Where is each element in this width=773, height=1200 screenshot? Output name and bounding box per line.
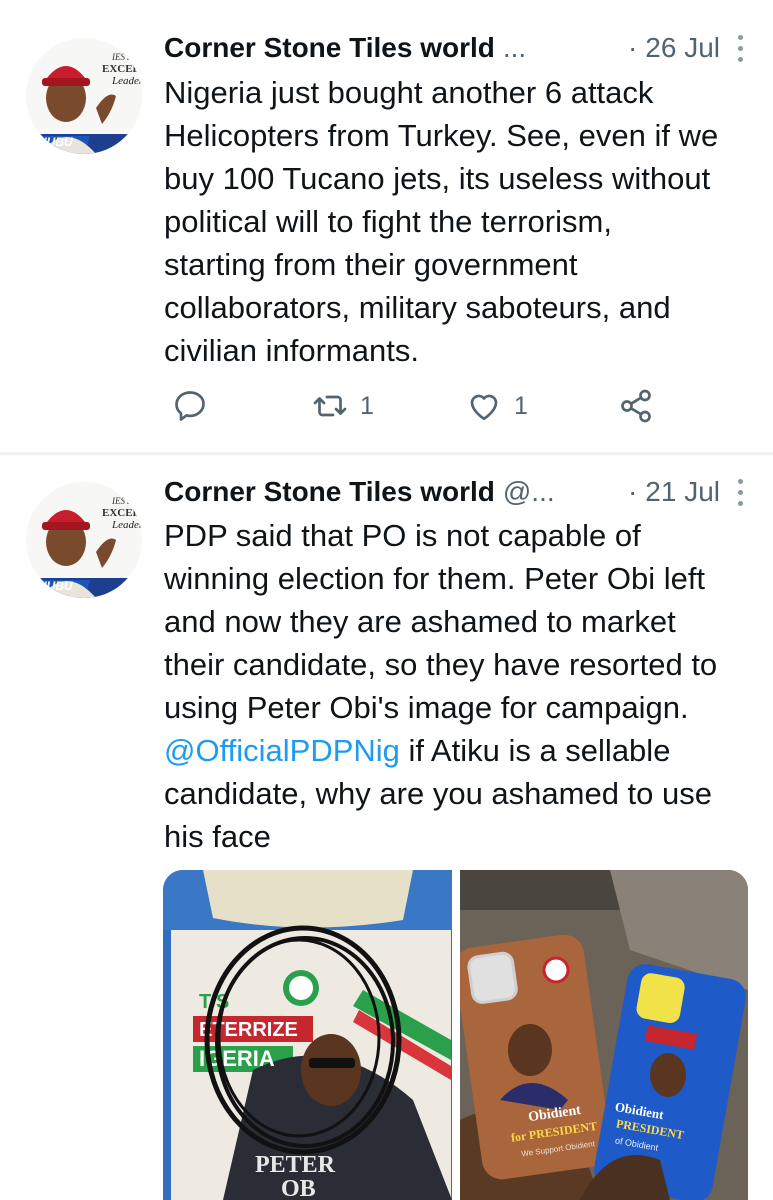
tweet-text: Nigeria just bought another 6 attack Hel… — [164, 71, 749, 372]
avatar-text-small: IES'S — [111, 52, 132, 62]
heart-icon — [470, 394, 498, 421]
tweet-image-right[interactable]: Obidient for PRESIDENT We Support Obidie… — [460, 870, 748, 1200]
tweet-date[interactable]: 21 Jul — [645, 476, 720, 508]
avatar-text-leader: Leader — [111, 75, 142, 87]
tweet-text-line: his face — [164, 819, 271, 854]
author-name[interactable]: Corner Stone Tiles world — [164, 476, 495, 508]
tweet-text-line: their candidate, so they have resorted t… — [164, 647, 718, 682]
avatar-text-leader: Leader — [111, 519, 142, 531]
tweet-text-line: starting from their government — [164, 247, 578, 282]
image-text: PETER — [255, 1152, 336, 1178]
tweet-date[interactable]: 26 Jul — [645, 32, 720, 64]
image-text: ETERRIZE — [199, 1019, 298, 1041]
author-handle[interactable]: @... — [503, 476, 555, 508]
more-options-icon[interactable] — [738, 476, 743, 509]
like-count: 1 — [514, 391, 528, 420]
tweet-header: Corner Stone Tiles world ... · 26 Jul — [164, 28, 743, 68]
tweet-text-line: Helicopters from Turkey. See, even if we — [164, 118, 719, 153]
avatar-text-excel: EXCEL — [102, 63, 140, 75]
share-icon — [621, 389, 651, 423]
avatar[interactable]: IES'S EXCEL Leader NUBU — [26, 38, 142, 154]
retweet-count: 1 — [360, 391, 374, 420]
mention-link[interactable]: @OfficialPDPNig — [164, 733, 400, 768]
author-name[interactable]: Corner Stone Tiles world — [164, 32, 495, 64]
tweet-text-line: candidate, why are you ashamed to use — [164, 776, 713, 811]
avatar-text-small: IES'S — [111, 496, 132, 506]
retweet-icon — [313, 395, 347, 417]
share-button[interactable] — [618, 388, 654, 424]
more-options-icon[interactable] — [738, 32, 743, 65]
tweet-text-line: political will to fight the terrorism, — [164, 204, 612, 239]
tweet-1[interactable]: IES'S EXCEL Leader NUBU Corner Stone Til… — [0, 0, 773, 452]
tweet-text-fragment: if Atiku is a sellable — [399, 733, 671, 768]
image-text: OB — [281, 1176, 316, 1200]
tweet-image-left[interactable]: T'S ETERRIZE IGERIA PETER OB — [163, 870, 452, 1200]
tweet-divider — [0, 452, 773, 455]
tweet-text-line: Nigeria just bought another 6 attack — [164, 75, 654, 110]
avatar[interactable]: IES'S EXCEL Leader NUBU — [26, 482, 142, 598]
tweet-text-line: buy 100 Tucano jets, its useless without — [164, 161, 711, 196]
author-handle[interactable]: ... — [503, 32, 526, 64]
like-button[interactable]: 1 — [466, 388, 528, 424]
tweet-text-line: and now they are ashamed to market — [164, 604, 676, 639]
tweet-header: Corner Stone Tiles world @... · 21 Jul — [164, 472, 743, 512]
tweet-text: PDP said that PO is not capable of winni… — [164, 514, 749, 858]
separator-dot: · — [627, 476, 638, 507]
reply-icon — [175, 391, 205, 421]
retweet-button[interactable]: 1 — [312, 388, 374, 424]
reply-button[interactable] — [172, 388, 208, 424]
tweet-text-line: using Peter Obi's image for campaign. — [164, 690, 689, 725]
tweet-text-line: civilian informants. — [164, 333, 419, 368]
tweet-text-line: collaborators, military saboteurs, and — [164, 290, 671, 325]
avatar-banner-text: NUBU — [38, 579, 73, 593]
tweet-text-line: winning election for them. Peter Obi lef… — [164, 561, 706, 596]
avatar-banner-text: NUBU — [38, 135, 73, 149]
separator-dot: · — [627, 32, 638, 63]
tweet-text-line: PDP said that PO is not capable of — [164, 518, 641, 553]
tweet-actions: 1 1 — [164, 388, 664, 434]
avatar-text-excel: EXCEL — [102, 507, 140, 519]
tweet-text-line: @OfficialPDPNig if Atiku is a sellable — [164, 729, 749, 772]
